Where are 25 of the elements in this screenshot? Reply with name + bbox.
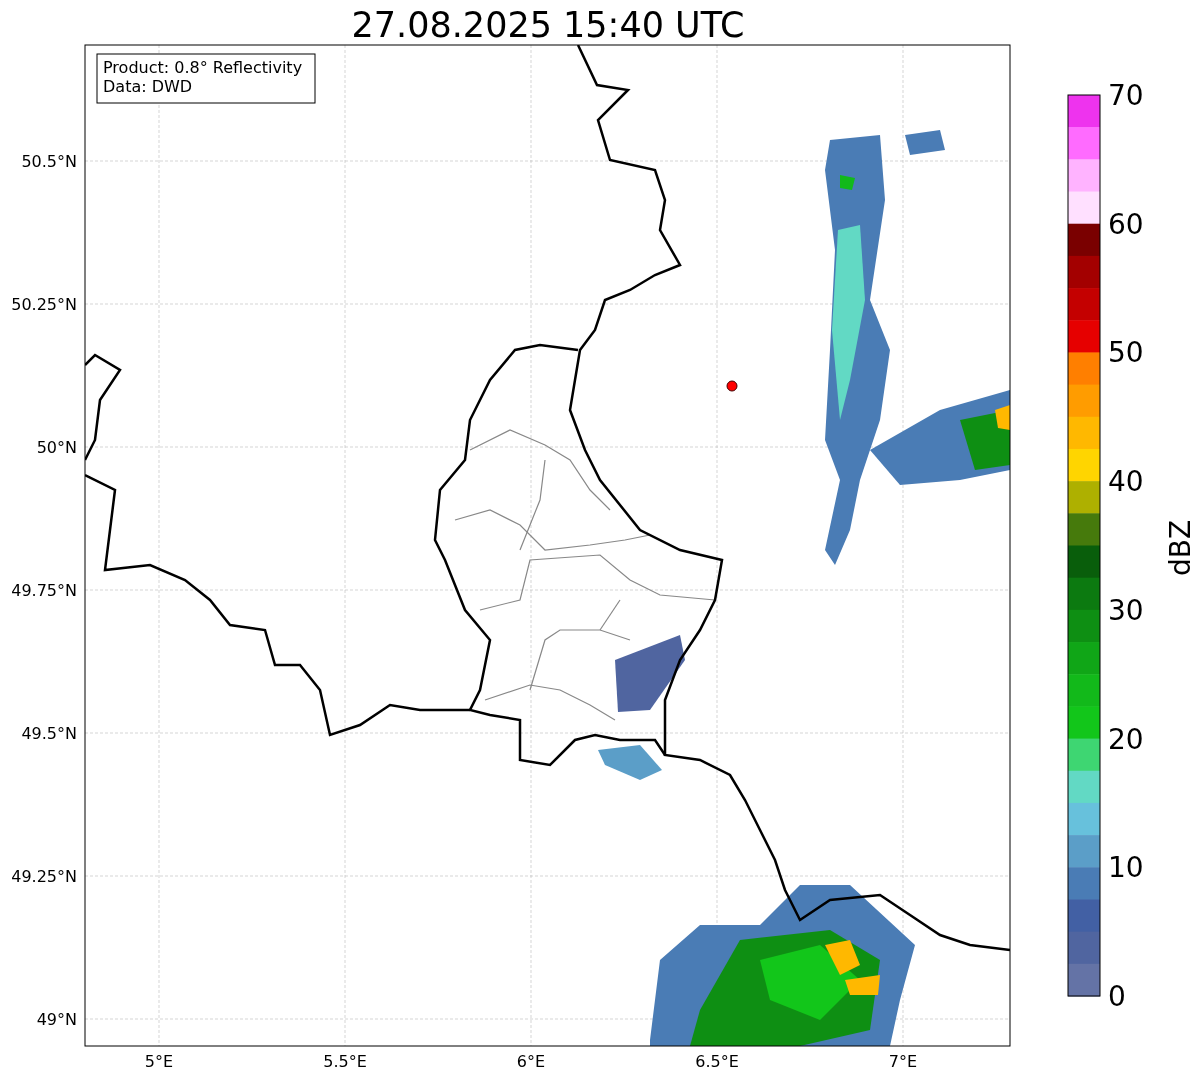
colorbar-tick-label: 50 [1108, 336, 1144, 370]
colorbar-tick-label: 60 [1108, 207, 1144, 241]
colorbar-tick-label: 0 [1108, 980, 1126, 1013]
latitude-label: 50.5°N [21, 152, 77, 171]
colorbar-tick-label: 10 [1108, 851, 1144, 885]
longitude-label: 7°E [888, 1052, 918, 1071]
latitude-label: 50°N [36, 438, 77, 457]
colorbar-tick-label: 30 [1108, 593, 1144, 627]
longitude-label: 6.5°E [695, 1052, 739, 1071]
latitude-label: 49.25°N [11, 867, 77, 886]
longitude-label: 6°E [516, 1052, 546, 1071]
longitude-label: 5.5°E [323, 1052, 367, 1071]
latitude-label: 50.25°N [11, 295, 77, 314]
info-text: Data: DWD [103, 77, 193, 96]
location-marker [726, 380, 738, 392]
colorbar-label: dBZ [1164, 519, 1197, 577]
info-text: Product: 0.8° Reflectivity [103, 58, 303, 77]
latitude-label: 49.75°N [11, 581, 77, 600]
colorbar-tick-label: 20 [1108, 722, 1144, 756]
chart-title: 27.08.2025 15:40 UTC [351, 5, 745, 45]
colorbar-tick-label: 40 [1108, 465, 1144, 499]
colorbar-tick-label: 70 [1108, 79, 1144, 112]
latitude-label: 49.5°N [21, 724, 77, 743]
longitude-label: 5°E [144, 1052, 174, 1071]
latitude-label: 49°N [36, 1010, 77, 1029]
